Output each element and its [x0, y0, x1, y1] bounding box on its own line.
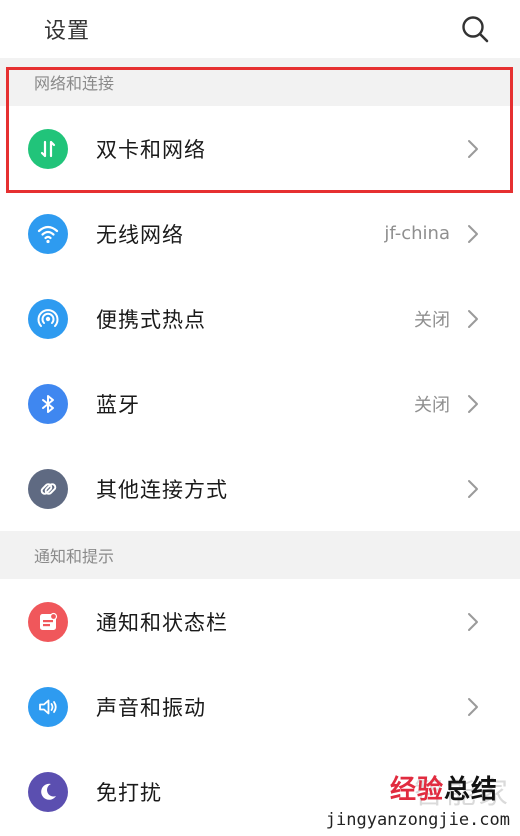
settings-item-label: 便携式热点 — [96, 307, 206, 332]
chevron-right-icon — [468, 612, 478, 631]
settings-item-label: 声音和振动 — [96, 695, 206, 720]
chevron-right-icon — [468, 697, 478, 716]
chevron-right-icon — [468, 139, 478, 158]
settings-item-label: 无线网络 — [96, 222, 184, 247]
watermark-brand: 经验总结 — [390, 769, 498, 806]
sound-icon — [28, 686, 68, 727]
bluetooth-status: 关闭 — [414, 394, 450, 416]
wifi-network-name: jf-china — [384, 223, 450, 244]
section-header-network: 网络和连接 — [0, 58, 520, 106]
section-header-notifications: 通知和提示 — [0, 531, 520, 579]
settings-item-label: 双卡和网络 — [96, 137, 206, 162]
search-button[interactable] — [458, 12, 492, 46]
sim-network-icon — [28, 128, 68, 169]
notification-icon — [28, 601, 68, 642]
watermark-brand-black: 总结 — [443, 775, 498, 805]
settings-item-sound-vibration[interactable]: 声音和振动 — [0, 664, 520, 749]
page-title: 设置 — [44, 19, 91, 44]
settings-item-hotspot[interactable]: 便携式热点 关闭 — [0, 276, 520, 361]
hotspot-status: 关闭 — [414, 309, 450, 331]
settings-item-label: 蓝牙 — [96, 392, 140, 417]
watermark-url: jingyanzongjie.com — [325, 810, 510, 830]
chevron-right-icon — [468, 309, 478, 328]
chevron-right-icon — [468, 394, 478, 413]
bluetooth-icon — [28, 383, 68, 424]
hotspot-icon — [28, 298, 68, 339]
wifi-icon — [28, 213, 68, 254]
settings-item-wlan[interactable]: 无线网络 jf-china — [0, 191, 520, 276]
settings-item-dual-sim-network[interactable]: 双卡和网络 — [0, 106, 520, 191]
moon-icon — [28, 771, 68, 812]
chevron-right-icon — [468, 224, 478, 243]
settings-item-label: 其他连接方式 — [96, 477, 228, 502]
settings-item-other-connections[interactable]: 其他连接方式 — [0, 446, 520, 531]
watermark-brand-red: 经验 — [389, 775, 444, 805]
settings-item-bluetooth[interactable]: 蓝牙 关闭 — [0, 361, 520, 446]
settings-item-notifications-status-bar[interactable]: 通知和状态栏 — [0, 579, 520, 664]
chevron-right-icon — [468, 479, 478, 498]
link-icon — [28, 468, 68, 509]
app-header: 设置 — [0, 0, 520, 58]
search-icon — [462, 16, 489, 43]
settings-item-label: 通知和状态栏 — [96, 610, 228, 635]
